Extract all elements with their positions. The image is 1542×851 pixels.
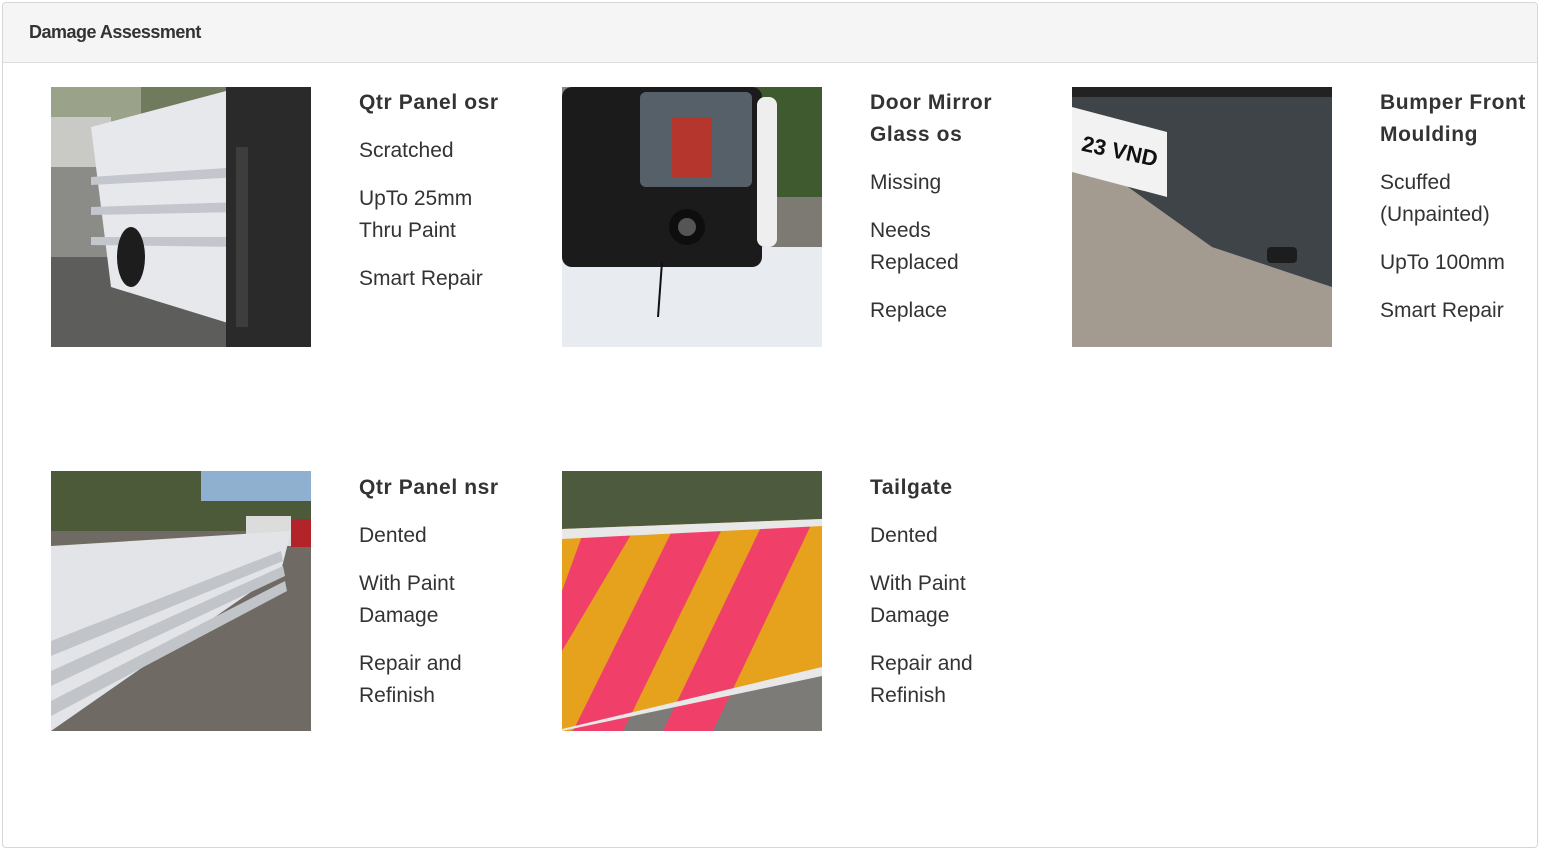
damage-photo-qtr-panel-nsr[interactable] <box>51 471 311 731</box>
damage-type: Missing <box>870 171 942 194</box>
damage-size: UpTo 100mm <box>1380 251 1505 274</box>
damage-size: Needs Replaced <box>870 219 959 274</box>
damage-action: Repair and Refinish <box>870 652 973 707</box>
damage-part-title: Bumper Front Moulding <box>1380 91 1527 146</box>
damage-photo-image <box>51 87 311 347</box>
damage-assessment-panel: Damage Assessment Qtr Panel osr Scratche… <box>2 2 1538 848</box>
panel-heading: Damage Assessment <box>3 3 1537 63</box>
damage-type: Scuffed (Unpainted) <box>1380 171 1490 226</box>
damage-part-title: Tailgate <box>870 476 953 499</box>
damage-info-qtr-panel-nsr: Qtr Panel nsr Dented With Paint Damage R… <box>359 472 509 728</box>
damage-part-title: Door Mirror Glass os <box>870 91 993 146</box>
damage-photo-image <box>51 471 311 731</box>
damage-info-door-mirror: Door Mirror Glass os Missing Needs Repla… <box>870 87 1020 343</box>
damage-size: UpTo 25mm Thru Paint <box>359 187 473 242</box>
damage-photo-qtr-panel-osr[interactable] <box>51 87 311 347</box>
damage-type: Dented <box>870 524 938 547</box>
damage-photo-door-mirror[interactable] <box>562 87 822 347</box>
damage-photo-image <box>562 471 822 731</box>
damage-info-bumper: Bumper Front Moulding Scuffed (Unpainted… <box>1380 87 1530 343</box>
damage-size: With Paint Damage <box>359 572 455 627</box>
damage-photo-bumper[interactable]: 23 VND <box>1072 87 1332 347</box>
damage-info-qtr-panel-osr: Qtr Panel osr Scratched UpTo 25mm Thru P… <box>359 87 509 311</box>
damage-type: Dented <box>359 524 427 547</box>
damage-type: Scratched <box>359 139 454 162</box>
damage-action: Smart Repair <box>359 267 483 290</box>
damage-part-title: Qtr Panel nsr <box>359 476 499 499</box>
damage-action: Replace <box>870 299 948 322</box>
damage-photo-image <box>562 87 822 347</box>
damage-size: With Paint Damage <box>870 572 966 627</box>
damage-info-tailgate: Tailgate Dented With Paint Damage Repair… <box>870 472 1020 728</box>
damage-photo-tailgate[interactable] <box>562 471 822 731</box>
damage-part-title: Qtr Panel osr <box>359 91 499 114</box>
damage-action: Smart Repair <box>1380 299 1504 322</box>
damage-photo-image: 23 VND <box>1072 87 1332 347</box>
damage-action: Repair and Refinish <box>359 652 462 707</box>
